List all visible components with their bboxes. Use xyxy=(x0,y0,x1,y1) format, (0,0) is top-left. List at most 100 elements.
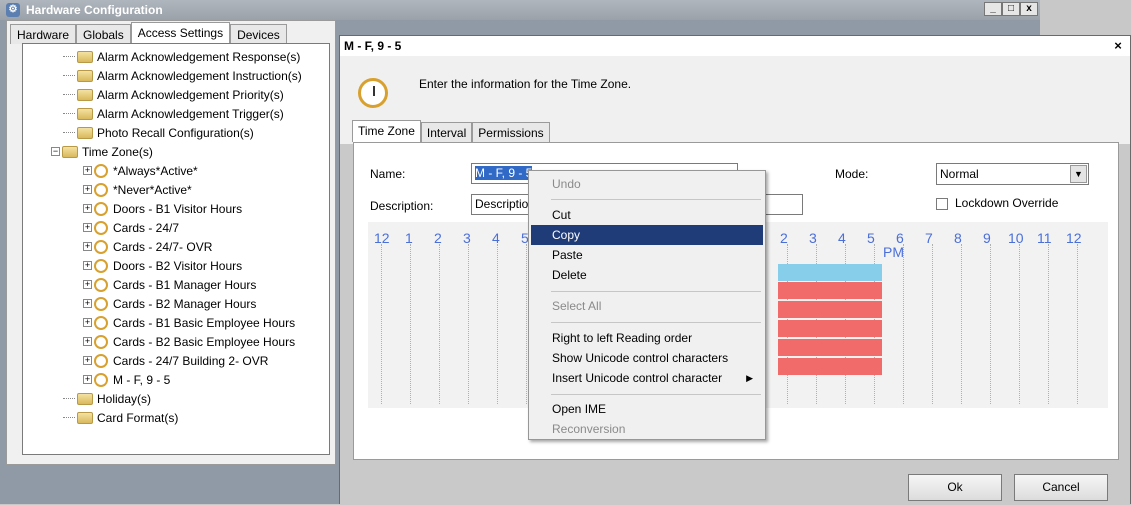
clock-icon xyxy=(94,163,108,178)
menu-separator xyxy=(551,394,761,395)
folder-icon xyxy=(77,69,93,82)
tab-interval[interactable]: Interval xyxy=(420,122,473,142)
tree-item[interactable]: + Cards - 24/7 xyxy=(83,218,179,237)
expand-icon[interactable]: + xyxy=(83,223,92,232)
schedule-bar[interactable] xyxy=(778,301,882,318)
expand-icon[interactable]: + xyxy=(83,185,92,194)
tab-globals[interactable]: Globals xyxy=(76,24,131,44)
menu-item-show-unicode[interactable]: Show Unicode control characters xyxy=(531,348,763,368)
tree-item[interactable]: + Doors - B1 Visitor Hours xyxy=(83,199,242,218)
tree-item[interactable]: + Cards - 24/7- OVR xyxy=(83,237,212,256)
dialog-close-button[interactable]: × xyxy=(1110,38,1126,54)
clock-icon xyxy=(94,315,108,330)
hour-label: 2 xyxy=(434,230,442,246)
minimize-button[interactable]: _ xyxy=(984,2,1002,16)
expand-icon[interactable]: + xyxy=(83,242,92,251)
expand-icon[interactable]: + xyxy=(83,204,92,213)
ok-button[interactable]: Ok xyxy=(908,474,1002,501)
close-button[interactable]: x xyxy=(1020,2,1038,16)
tree-item[interactable]: Holiday(s) xyxy=(63,389,151,408)
menu-item-undo[interactable]: Undo xyxy=(531,174,763,194)
clock-icon xyxy=(94,277,108,292)
grid-line xyxy=(1019,244,1020,404)
menu-item-select-all[interactable]: Select All xyxy=(531,296,763,316)
hardware-window-titlebar[interactable]: ⚙ Hardware Configuration _ □ x xyxy=(0,0,1040,20)
dialog-titlebar[interactable]: M - F, 9 - 5 × xyxy=(340,36,1130,56)
folder-icon xyxy=(62,145,78,158)
tree-item[interactable]: + Doors - B2 Visitor Hours xyxy=(83,256,242,275)
menu-item-open-ime[interactable]: Open IME xyxy=(531,399,763,419)
menu-item-rtl-reading-order[interactable]: Right to left Reading order xyxy=(531,328,763,348)
menu-item-reconversion[interactable]: Reconversion xyxy=(531,419,763,439)
tree-item[interactable]: + Cards - B2 Manager Hours xyxy=(83,294,256,313)
clock-icon xyxy=(94,296,108,311)
tree-item-selected-timezone[interactable]: + M - F, 9 - 5 xyxy=(83,370,170,389)
expand-icon[interactable]: + xyxy=(83,318,92,327)
folder-icon xyxy=(77,50,93,63)
grid-line xyxy=(381,244,382,404)
tree-item[interactable]: Alarm Acknowledgement Response(s) xyxy=(63,47,300,66)
tab-access-settings[interactable]: Access Settings xyxy=(130,22,231,44)
collapse-icon[interactable]: − xyxy=(51,147,60,156)
clock-icon xyxy=(94,220,108,235)
menu-separator xyxy=(551,199,761,200)
clock-icon xyxy=(94,239,108,254)
expand-icon[interactable]: + xyxy=(83,337,92,346)
expand-icon[interactable]: + xyxy=(83,166,92,175)
expand-icon[interactable]: + xyxy=(83,375,92,384)
expand-icon[interactable]: + xyxy=(83,299,92,308)
clock-icon xyxy=(94,334,108,349)
schedule-bar[interactable] xyxy=(778,339,882,356)
mode-label: Mode: xyxy=(835,167,869,181)
hour-label: 12 xyxy=(1066,230,1082,246)
expand-icon[interactable]: + xyxy=(83,261,92,270)
menu-item-paste[interactable]: Paste xyxy=(531,245,763,265)
maximize-button[interactable]: □ xyxy=(1002,2,1020,16)
menu-item-copy[interactable]: Copy xyxy=(531,225,763,245)
menu-separator xyxy=(551,291,761,292)
hour-label: 10 xyxy=(1008,230,1024,246)
menu-item-cut[interactable]: Cut xyxy=(531,205,763,225)
expand-icon[interactable]: + xyxy=(83,356,92,365)
tree-item[interactable]: + Cards - B1 Basic Employee Hours xyxy=(83,313,295,332)
mode-select[interactable]: Normal ▼ xyxy=(936,163,1089,185)
grid-line xyxy=(468,244,469,404)
lockdown-override-checkbox[interactable] xyxy=(936,198,948,210)
tree-item[interactable]: + Cards - B2 Basic Employee Hours xyxy=(83,332,295,351)
menu-item-delete[interactable]: Delete xyxy=(531,265,763,285)
tree-item[interactable]: Alarm Acknowledgement Instruction(s) xyxy=(63,66,302,85)
tree-item[interactable]: + *Never*Active* xyxy=(83,180,192,199)
folder-icon xyxy=(77,126,93,139)
tab-permissions[interactable]: Permissions xyxy=(472,122,550,142)
cancel-button[interactable]: Cancel xyxy=(1014,474,1108,501)
schedule-bar[interactable] xyxy=(778,358,882,375)
folder-icon xyxy=(77,392,93,405)
schedule-bar[interactable] xyxy=(778,320,882,337)
tree-item-time-zones[interactable]: − Time Zone(s) xyxy=(51,142,153,161)
tree-item[interactable]: Alarm Acknowledgement Priority(s) xyxy=(63,85,284,104)
menu-item-insert-unicode[interactable]: Insert Unicode control character ▶ xyxy=(531,368,763,388)
clock-icon xyxy=(94,372,108,387)
tree-item[interactable]: Alarm Acknowledgement Trigger(s) xyxy=(63,104,284,123)
grid-line xyxy=(1048,244,1049,404)
pm-label: PM xyxy=(883,244,904,260)
schedule-bar[interactable] xyxy=(778,264,882,281)
chevron-down-icon[interactable]: ▼ xyxy=(1070,165,1087,183)
expand-icon[interactable]: + xyxy=(83,280,92,289)
tree-item[interactable]: + Cards - 24/7 Building 2- OVR xyxy=(83,351,268,370)
grid-line xyxy=(903,244,904,404)
tab-devices[interactable]: Devices xyxy=(230,24,287,44)
clock-icon xyxy=(94,201,108,216)
tree-item[interactable]: + *Always*Active* xyxy=(83,161,198,180)
name-label: Name: xyxy=(370,167,406,181)
tree-item[interactable]: Photo Recall Configuration(s) xyxy=(63,123,254,142)
tab-time-zone[interactable]: Time Zone xyxy=(352,120,421,142)
schedule-bar[interactable] xyxy=(778,282,882,299)
tree-item[interactable]: Card Format(s) xyxy=(63,408,178,427)
clock-icon xyxy=(358,78,388,108)
name-field-value: M - F, 9 - 5 xyxy=(475,166,533,180)
clock-icon xyxy=(94,353,108,368)
clock-icon xyxy=(94,182,108,197)
tree-item[interactable]: + Cards - B1 Manager Hours xyxy=(83,275,256,294)
tab-hardware[interactable]: Hardware xyxy=(10,24,77,44)
